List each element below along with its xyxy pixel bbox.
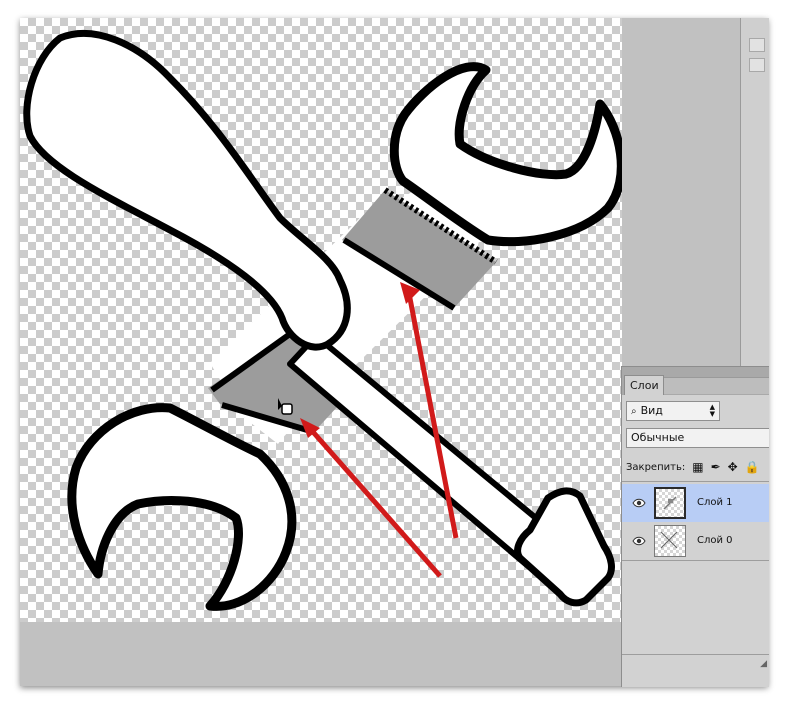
updown-chevron-icon: ▲ ▼ — [709, 403, 715, 418]
move-lock-icon[interactable]: ✥ — [728, 461, 738, 473]
padlock-icon[interactable]: 🔒 — [745, 461, 760, 473]
blend-mode-value: Обычные — [631, 431, 685, 444]
layer-name[interactable]: Слой 1 — [697, 497, 733, 508]
screenshot-frame: Слои ⌕ Вид ▲ ▼ Обычные Закрепить: ▦ ✒ ✥ 🔒 — [0, 0, 789, 706]
tab-layers[interactable]: Слои — [624, 375, 664, 395]
eye-icon[interactable] — [632, 534, 646, 548]
layer-row-0[interactable]: Слой 0 — [622, 522, 769, 560]
blend-mode-select[interactable]: Обычные — [626, 428, 769, 448]
tools-artwork — [23, 30, 622, 611]
kind-filter-value: Вид — [640, 404, 663, 417]
magnifier-icon: ⌕ — [631, 406, 637, 417]
eye-icon[interactable] — [632, 496, 646, 510]
divider — [622, 481, 769, 482]
divider — [622, 560, 769, 561]
dock-menu-button[interactable] — [749, 58, 765, 72]
layer-name[interactable]: Слой 0 — [697, 535, 733, 546]
layers-panel: Слои ⌕ Вид ▲ ▼ Обычные Закрепить: ▦ ✒ ✥ 🔒 — [621, 366, 769, 687]
lock-label: Закрепить: — [626, 461, 686, 473]
panel-dock-strip — [740, 18, 769, 368]
lock-controls: Закрепить: ▦ ✒ ✥ 🔒 — [626, 459, 760, 475]
brush-lock-icon[interactable]: ✒ — [711, 461, 721, 473]
resize-grip-icon[interactable]: ◢ — [760, 659, 767, 669]
checker-lock-icon[interactable]: ▦ — [692, 461, 703, 473]
layer-kind-filter-select[interactable]: ⌕ Вид ▲ ▼ — [626, 401, 720, 421]
panel-tab-bar: Слои — [622, 367, 769, 395]
layer-row-1[interactable]: Слой 1 — [622, 484, 769, 522]
panel-footer: ◢ — [622, 654, 769, 677]
document-canvas[interactable] — [20, 18, 622, 622]
layer-thumbnail — [654, 525, 686, 557]
tab-bar-empty — [664, 377, 769, 394]
dock-collapse-button[interactable] — [749, 38, 765, 52]
layer-thumbnail — [654, 487, 686, 519]
